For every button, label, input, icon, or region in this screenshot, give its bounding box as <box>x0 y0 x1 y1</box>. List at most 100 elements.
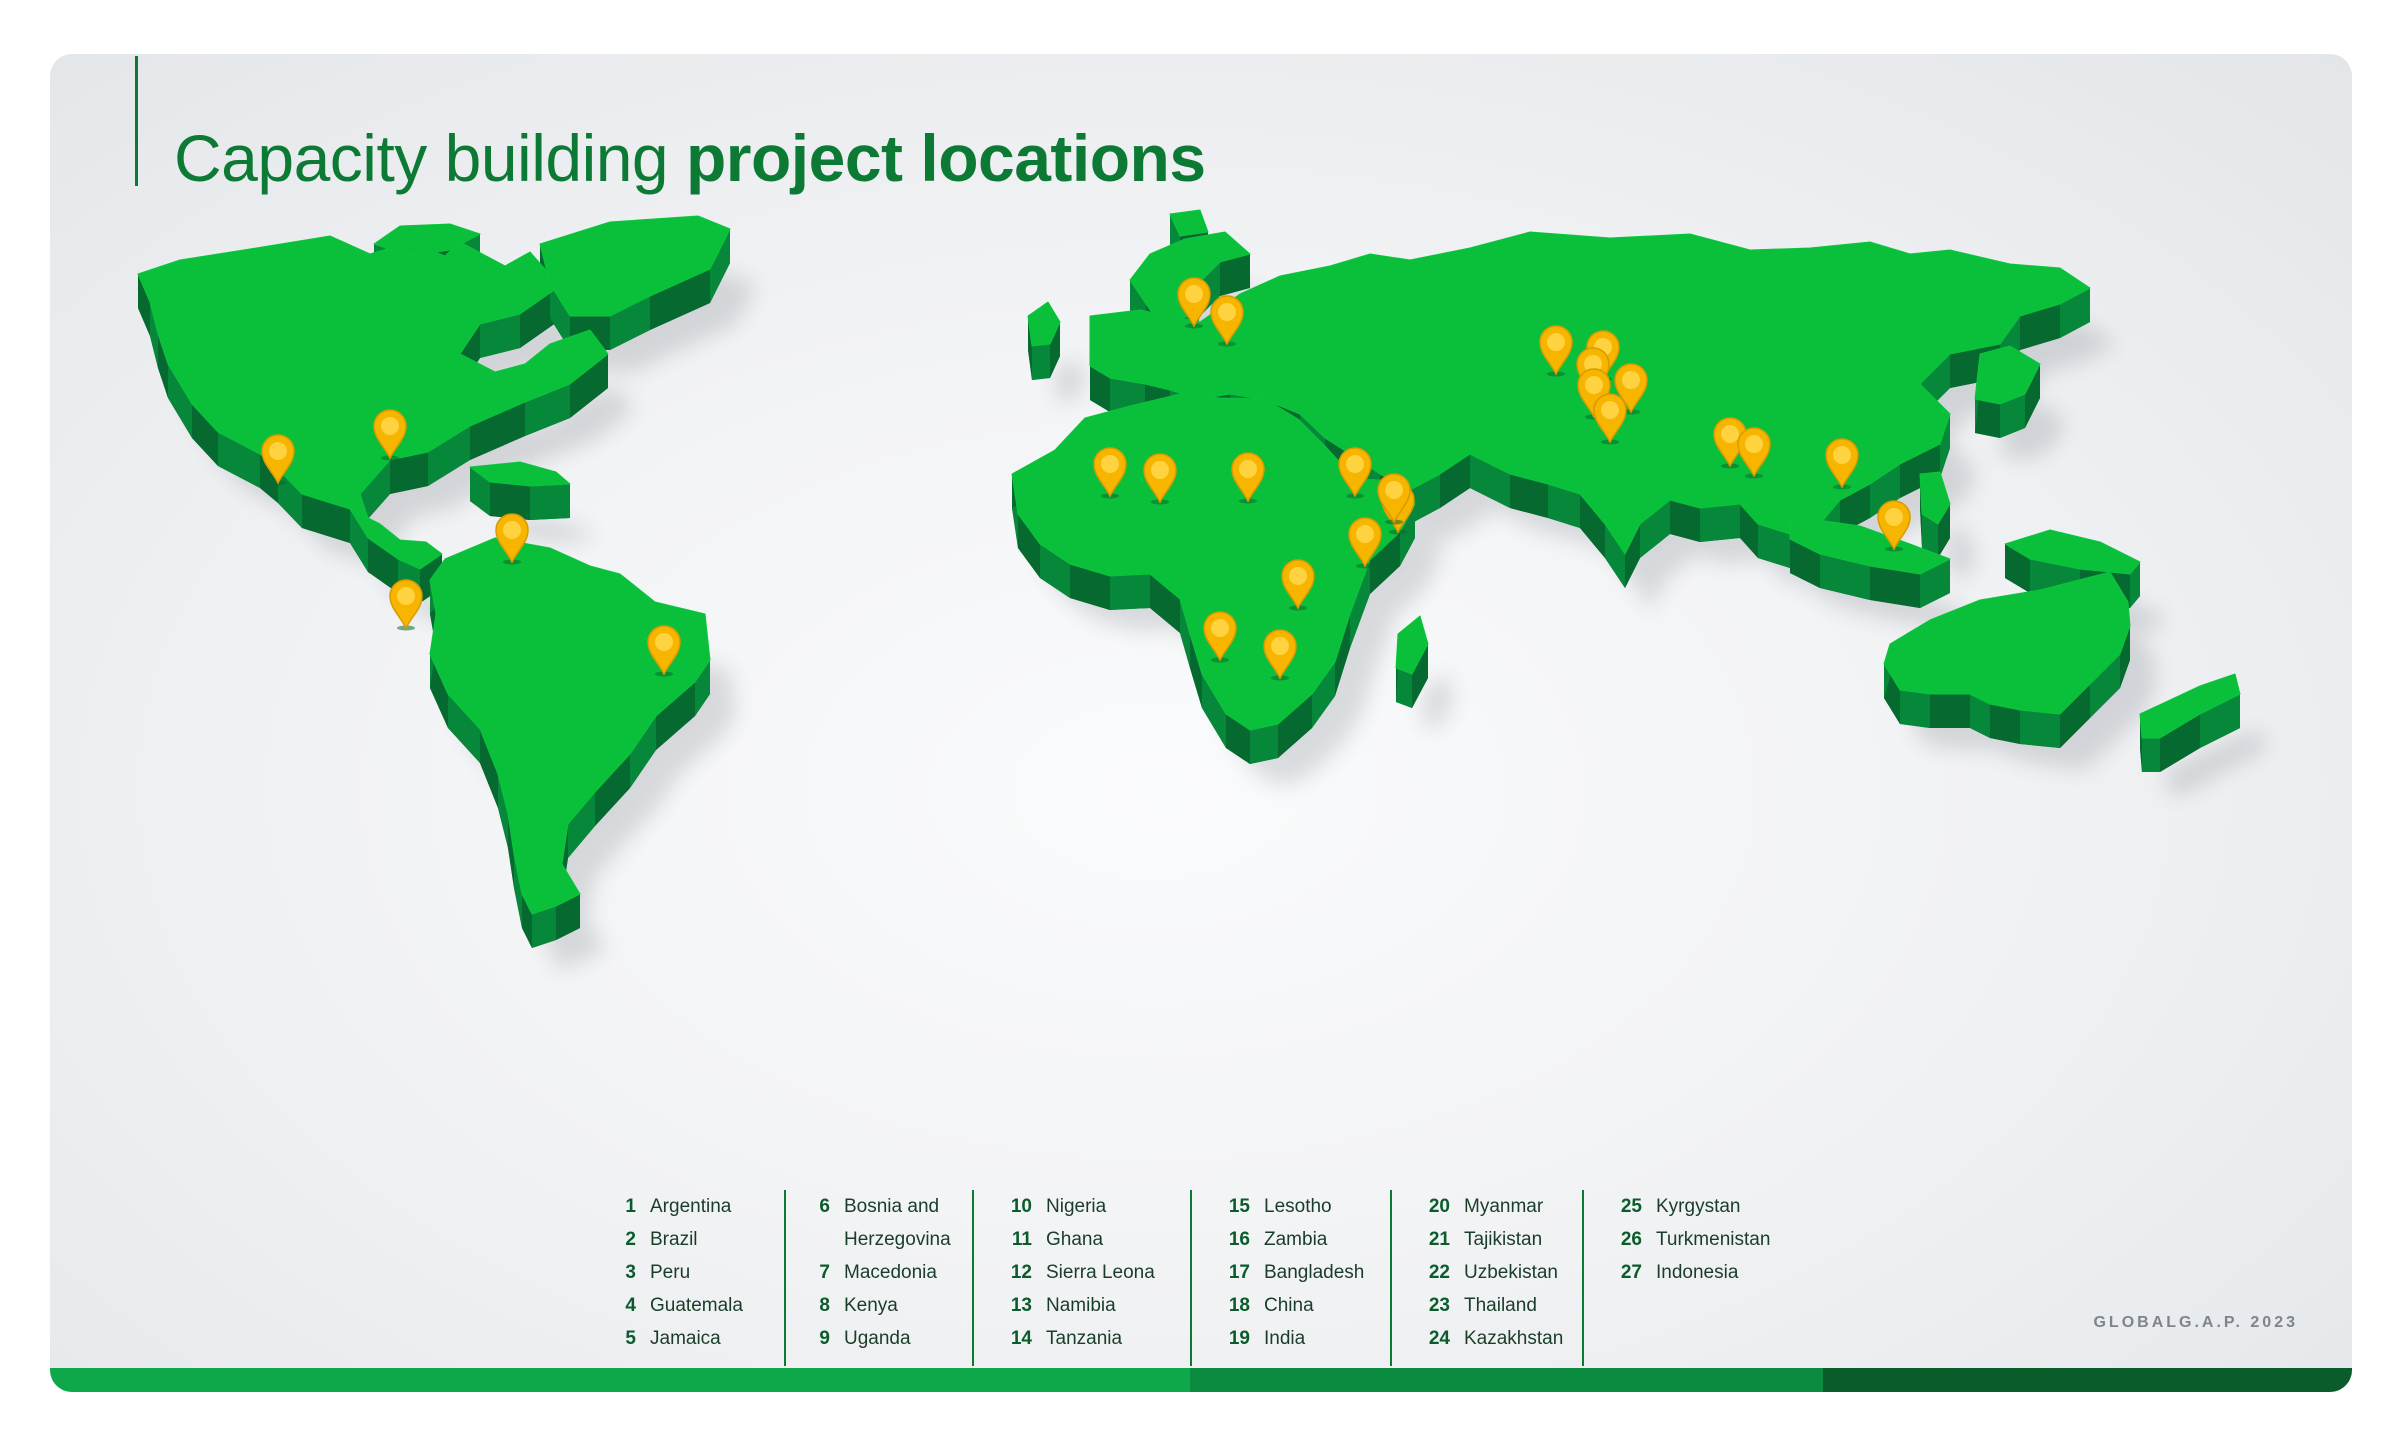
legend-item: 19 India <box>1204 1322 1364 1355</box>
legend-country: Peru <box>650 1262 691 1283</box>
legend-number: 16 <box>1228 1229 1250 1250</box>
legend-country: Argentina <box>650 1196 732 1217</box>
uk-ireland-shadow <box>1054 358 1086 402</box>
pin-dot <box>1271 637 1289 655</box>
legend-country: Guatemala <box>650 1295 743 1316</box>
madagascar-shadow <box>1422 672 1454 730</box>
legend-country: Jamaica <box>650 1328 721 1349</box>
legend-country: Tanzania <box>1046 1328 1123 1349</box>
legend-number: 26 <box>1620 1229 1642 1250</box>
legend-number: 4 <box>625 1295 636 1316</box>
pin-dot <box>1721 425 1739 443</box>
eurasia-side <box>1700 504 1740 542</box>
pin-dot <box>269 442 287 460</box>
legend-country: Namibia <box>1046 1295 1116 1316</box>
legend-number: 23 <box>1428 1295 1450 1316</box>
legend-country: Sierra Leona <box>1046 1262 1155 1283</box>
africa-side <box>1110 574 1150 610</box>
legend-number: 15 <box>1228 1196 1250 1217</box>
pin-dot <box>503 521 521 539</box>
legend-number: 13 <box>1010 1295 1032 1316</box>
legend-column-3: 10 Nigeria 11 Ghana 12 Sierra Leona 13 Namibia 1… <box>972 1190 1155 1366</box>
legend-country: Brazil <box>650 1229 698 1250</box>
pin-dot <box>1745 435 1763 453</box>
legend-number: 9 <box>819 1328 830 1349</box>
legend-country: China <box>1264 1295 1314 1316</box>
pin-dot <box>397 587 415 605</box>
legend-item: 3 Peru <box>610 1256 743 1289</box>
legend-number: 21 <box>1428 1229 1450 1250</box>
legend-number: 5 <box>625 1328 636 1349</box>
location-pin-icon <box>389 579 423 631</box>
footer-bar-segment-1 <box>50 1368 1190 1392</box>
legend-item: 20 Myanmar <box>1404 1190 1563 1223</box>
legend-country: Turkmenistan <box>1656 1229 1771 1250</box>
legend-country: Ghana <box>1046 1229 1104 1250</box>
philippines-shadow <box>1946 528 1976 580</box>
pin-dot <box>1218 303 1236 321</box>
legend-number: 19 <box>1228 1328 1250 1349</box>
pin-dot <box>1885 508 1903 526</box>
pin-dot <box>1833 446 1851 464</box>
legend-country: Uzbekistan <box>1464 1262 1558 1283</box>
legend-number: 2 <box>625 1229 636 1250</box>
legend-item: 12 Sierra Leona <box>986 1256 1155 1289</box>
legend-country: Macedonia <box>844 1262 937 1283</box>
legend-number: 17 <box>1228 1262 1250 1283</box>
legend-number: 24 <box>1428 1328 1450 1349</box>
legend-item: Herzegovina <box>798 1223 951 1256</box>
legend-item: 24 Kazakhstan <box>1404 1322 1563 1355</box>
madagascar-side <box>1396 668 1412 708</box>
legend-country: India <box>1264 1328 1306 1349</box>
legend-item: 18 China <box>1204 1289 1364 1322</box>
pin-dot <box>1185 285 1203 303</box>
pin-dot <box>1211 619 1229 637</box>
legend-country: Kyrgystan <box>1656 1196 1741 1217</box>
legend-item: 15 Lesotho <box>1204 1190 1364 1223</box>
pin-dot <box>1547 333 1565 351</box>
legend-country: Uganda <box>844 1328 911 1349</box>
legend-column-1: 1 Argentina 2 Brazil 3 Peru 4 Guatemala 5 Jamaica <box>610 1190 743 1366</box>
legend-item: 4 Guatemala <box>610 1289 743 1322</box>
legend-item: 13 Namibia <box>986 1289 1155 1322</box>
uk-ireland-side <box>1032 344 1050 380</box>
legend-item: 22 Uzbekistan <box>1404 1256 1563 1289</box>
pin-dot <box>1356 525 1374 543</box>
legend-item: 11 Ghana <box>986 1223 1155 1256</box>
brand-credit: GLOBALG.A.P. 2023 <box>2093 1314 2298 1331</box>
legend-country: Nigeria <box>1046 1196 1107 1217</box>
legend-column-6: 25 Kyrgystan 26 Turkmenistan 27 Indonesia <box>1582 1190 1770 1366</box>
caribbean-side <box>530 484 570 520</box>
legend-item: 17 Bangladesh <box>1204 1256 1365 1289</box>
pin-dot <box>1601 401 1619 419</box>
legend-item: 2 Brazil <box>610 1223 743 1256</box>
legend-country: Indonesia <box>1656 1262 1739 1283</box>
legend-item: 10 Nigeria <box>986 1190 1155 1223</box>
legend-country: Kenya <box>844 1295 898 1316</box>
infographic-card: Capacity building project locations 1 Arg… <box>50 54 2352 1392</box>
legend-number: 11 <box>1011 1229 1032 1250</box>
legend-column-5: 20 Myanmar 21 Tajikistan 22 Uzbekistan 23 Thail… <box>1390 1190 1563 1366</box>
japan-side <box>1975 399 2000 438</box>
legend-item: 7 Macedonia <box>798 1256 951 1289</box>
legend-item: 8 Kenya <box>798 1289 951 1322</box>
legend-column-2: 6 Bosnia and Herzegovina 7 Macedonia 8 Kenya 9 U… <box>784 1190 951 1366</box>
pin-dot <box>1101 455 1119 473</box>
legend-item: 1 Argentina <box>610 1190 743 1223</box>
legend-item: 21 Tajikistan <box>1404 1223 1563 1256</box>
australia-side <box>1900 690 1930 728</box>
legend-country: Zambia <box>1264 1229 1328 1250</box>
legend-number: 7 <box>819 1262 830 1283</box>
legend-number: 25 <box>1620 1196 1642 1217</box>
legend-country: Bangladesh <box>1264 1262 1365 1283</box>
legend-number: 6 <box>819 1196 830 1217</box>
pin-dot <box>1385 481 1403 499</box>
legend-country: Kazakhstan <box>1464 1328 1564 1349</box>
legend-number: 27 <box>1620 1262 1642 1283</box>
pin-dot <box>1151 461 1169 479</box>
legend-number: 8 <box>819 1295 830 1316</box>
legend-item: 23 Thailand <box>1404 1289 1563 1322</box>
legend-item: 6 Bosnia and <box>798 1190 951 1223</box>
footer-bar-segment-3 <box>1823 1368 2352 1392</box>
legend-number: 14 <box>1010 1328 1032 1349</box>
